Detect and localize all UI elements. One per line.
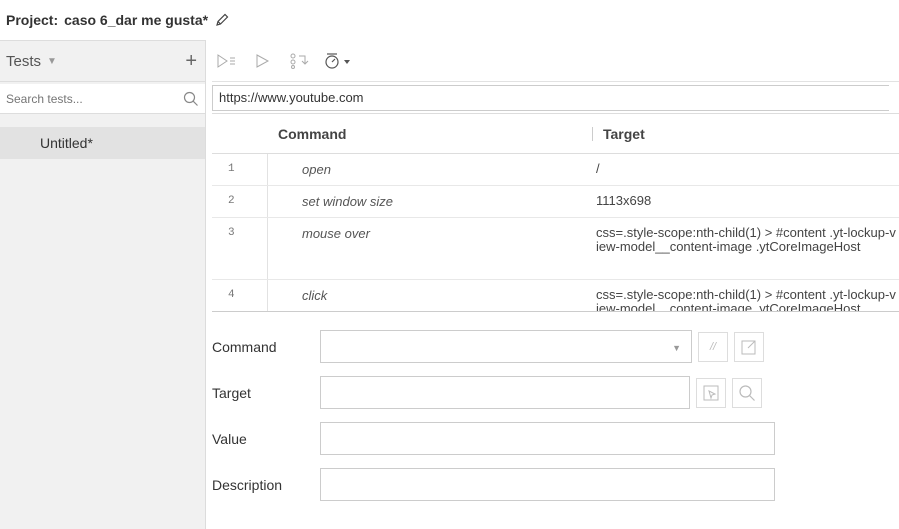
test-sidebar: Tests ▼ + Untitled* bbox=[0, 40, 206, 529]
row-number: 3 bbox=[212, 218, 268, 279]
target-label: Target bbox=[212, 384, 251, 401]
value-editor-row: Value bbox=[212, 422, 899, 455]
row-number: 2 bbox=[212, 186, 268, 217]
commands-table-body: 1 open / 2 set window size 1113x698 3 mo… bbox=[212, 154, 899, 312]
target-editor-row: Target bbox=[212, 376, 899, 409]
search-row bbox=[0, 84, 205, 114]
value-label: Value bbox=[212, 430, 247, 447]
chevron-down-icon[interactable]: ▼ bbox=[672, 343, 681, 353]
row-command: open bbox=[302, 162, 331, 177]
base-url-input[interactable] bbox=[212, 84, 889, 111]
table-row[interactable]: 2 set window size 1113x698 bbox=[212, 186, 899, 218]
base-url-row bbox=[212, 82, 899, 114]
search-tests-input[interactable] bbox=[6, 91, 166, 106]
value-input[interactable] bbox=[320, 422, 775, 455]
project-name[interactable]: caso 6_dar me gusta* bbox=[64, 12, 208, 28]
description-editor-row: Description bbox=[212, 468, 899, 501]
row-number: 4 bbox=[212, 280, 268, 311]
pencil-icon[interactable] bbox=[214, 12, 230, 28]
run-all-icon[interactable] bbox=[212, 46, 242, 76]
command-editor-row: Command ▼ // bbox=[212, 330, 899, 363]
row-target: css=.style-scope:nth-child(1) > #content… bbox=[596, 287, 896, 312]
commands-table-header: Command Target bbox=[212, 114, 899, 154]
command-column-header: Command bbox=[278, 125, 347, 142]
table-row[interactable]: 1 open / bbox=[212, 154, 899, 186]
tests-dropdown[interactable]: Tests bbox=[6, 53, 41, 70]
table-row[interactable]: 4 click css=.style-scope:nth-child(1) > … bbox=[212, 280, 899, 312]
open-reference-icon[interactable] bbox=[734, 331, 764, 362]
row-command: set window size bbox=[302, 194, 394, 209]
find-target-icon[interactable] bbox=[732, 377, 762, 408]
table-row[interactable]: 3 mouse over css=.style-scope:nth-child(… bbox=[212, 218, 899, 280]
comment-toggle-button[interactable]: // bbox=[698, 331, 728, 362]
command-editor: Command ▼ // Target Value Description bbox=[212, 330, 899, 514]
chevron-down-icon[interactable]: ▼ bbox=[47, 56, 57, 67]
speed-icon[interactable] bbox=[320, 46, 360, 76]
command-label: Command bbox=[212, 338, 277, 355]
column-divider bbox=[592, 126, 593, 141]
row-target: / bbox=[596, 161, 600, 176]
project-label: Project: bbox=[6, 12, 59, 28]
toolbar bbox=[212, 40, 899, 82]
row-target: 1113x698 bbox=[596, 193, 652, 208]
test-item-untitled[interactable]: Untitled* bbox=[0, 127, 205, 159]
run-current-icon[interactable] bbox=[248, 46, 278, 76]
target-column-header: Target bbox=[603, 125, 645, 142]
target-input[interactable] bbox=[320, 376, 690, 409]
row-command: click bbox=[302, 288, 328, 303]
description-input[interactable] bbox=[320, 468, 775, 501]
main-panel: Command Target 1 open / 2 set window siz… bbox=[212, 40, 899, 529]
description-label: Description bbox=[212, 476, 283, 493]
row-command: mouse over bbox=[302, 226, 370, 241]
search-icon[interactable] bbox=[183, 91, 199, 107]
select-target-icon[interactable] bbox=[696, 377, 726, 408]
sidebar-header: Tests ▼ + bbox=[0, 40, 205, 82]
row-number: 1 bbox=[212, 154, 268, 185]
row-target: css=.style-scope:nth-child(1) > #content… bbox=[596, 225, 896, 254]
project-bar: Project: caso 6_dar me gusta* bbox=[0, 0, 899, 40]
command-select[interactable]: ▼ bbox=[320, 330, 692, 363]
add-test-button[interactable]: + bbox=[185, 51, 197, 71]
step-icon[interactable] bbox=[284, 46, 314, 76]
